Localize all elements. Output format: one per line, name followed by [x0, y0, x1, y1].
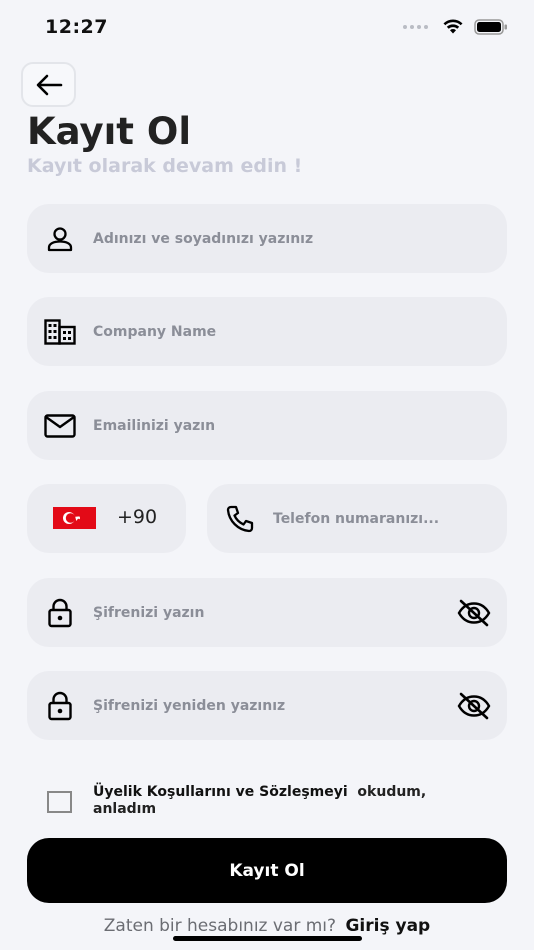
name-input[interactable]	[93, 230, 447, 247]
terms-text: Üyelik Koşullarını ve Sözleşmeyi okudum,…	[93, 784, 493, 818]
terms-link[interactable]: Üyelik Koşullarını ve Sözleşmeyi	[93, 784, 348, 800]
phone-input[interactable]	[273, 510, 447, 527]
email-field[interactable]	[27, 391, 507, 460]
home-indicator	[173, 936, 362, 941]
terms-checkbox[interactable]	[47, 791, 72, 813]
login-row: Zaten bir hesabınız var mı? Giriş yap	[0, 916, 534, 936]
turkey-flag-icon	[53, 507, 96, 529]
page-subtitle: Kayıt olarak devam edin !	[27, 155, 303, 177]
name-field[interactable]	[27, 204, 507, 273]
mail-icon	[43, 409, 77, 443]
login-link[interactable]: Giriş yap	[345, 916, 430, 936]
wifi-icon	[443, 19, 463, 34]
arrow-left-icon	[36, 74, 62, 95]
phone-icon	[223, 502, 257, 536]
lock-icon	[43, 596, 77, 630]
password-input[interactable]	[93, 604, 447, 621]
email-input[interactable]	[93, 417, 447, 434]
building-icon	[43, 315, 77, 349]
company-input[interactable]	[93, 323, 447, 340]
terms-row: Üyelik Koşullarını ve Sözleşmeyi okudum,…	[27, 782, 507, 826]
country-code: +90	[117, 506, 158, 528]
password-field[interactable]	[27, 578, 507, 647]
password-repeat-visibility-toggle[interactable]	[455, 687, 493, 725]
person-icon	[43, 222, 77, 256]
register-button[interactable]: Kayıt Ol	[27, 838, 507, 903]
eye-off-icon	[457, 599, 491, 626]
status-bar: 12:27	[0, 0, 534, 56]
phone-field[interactable]	[207, 484, 507, 553]
password-repeat-field[interactable]	[27, 671, 507, 740]
password-repeat-input[interactable]	[93, 697, 447, 714]
login-prompt: Zaten bir hesabınız var mı?	[103, 916, 337, 936]
status-time: 12:27	[45, 16, 108, 38]
password-visibility-toggle[interactable]	[455, 594, 493, 632]
cellular-signal-icon	[403, 24, 428, 29]
eye-off-icon	[457, 692, 491, 719]
back-button[interactable]	[21, 62, 76, 107]
battery-icon	[474, 18, 507, 35]
country-code-selector[interactable]: +90	[27, 484, 186, 553]
company-field[interactable]	[27, 297, 507, 366]
page-title: Kayıt Ol	[27, 110, 192, 153]
status-icons	[403, 18, 508, 35]
lock-icon	[43, 689, 77, 723]
